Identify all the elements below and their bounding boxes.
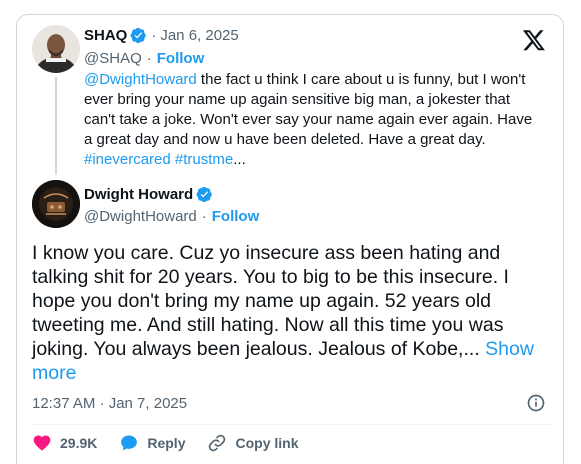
main-handle[interactable]: @DwightHoward [84,208,197,225]
actions-divider [32,424,550,425]
main-timestamp[interactable]: 12:37 AM · Jan 7, 2025 [32,395,187,412]
mention-link[interactable]: @DwightHoward [84,71,197,88]
main-author-row: Dwight Howard [84,186,213,203]
dwight-avatar[interactable] [32,180,80,228]
main-handle-row: @DwightHoward · Follow [84,208,259,225]
parent-tweet-text: @DwightHoward the fact u think I care ab… [84,70,544,170]
thread-connector-line [55,77,57,175]
x-logo-icon[interactable] [522,28,546,52]
reply-bubble-icon [121,435,138,451]
main-author-name[interactable]: Dwight Howard [84,186,193,203]
tweet-embed-card: SHAQ · Jan 6, 2025 @SHAQ · Follow @Dwigh… [16,14,564,464]
verified-badge-icon [196,186,212,203]
heart-icon [33,435,51,451]
reply-label: Reply [147,435,186,451]
copy-link-button[interactable]: Copy link [207,433,299,453]
main-follow-separator: · [201,208,207,225]
shaq-avatar[interactable] [32,25,80,73]
parent-author-name[interactable]: SHAQ [84,27,127,44]
parent-handle[interactable]: @SHAQ [84,50,142,67]
main-tweet-body: I know you care. Cuz yo insecure ass bee… [32,242,509,360]
parent-date[interactable]: Jan 6, 2025 [160,27,238,44]
reply-button[interactable]: Reply [119,433,185,453]
like-button[interactable]: 29.9K [32,433,97,453]
info-icon[interactable] [526,393,546,413]
hashtag-link-inevercared[interactable]: #inevercared [84,151,171,168]
parent-ellipsis: ... [233,151,246,168]
verified-badge-icon [130,27,147,44]
parent-follow-button[interactable]: Follow [157,50,205,67]
parent-author-row: SHAQ · Jan 6, 2025 [84,27,239,44]
parent-date-separator: · [151,27,157,44]
action-bar: 29.9K Reply Copy link [32,433,321,453]
parent-handle-row: @SHAQ · Follow [84,50,204,67]
parent-follow-separator: · [146,50,152,67]
main-tweet-text: I know you care. Cuz yo insecure ass bee… [32,241,552,385]
hashtag-link-trustme[interactable]: #trustme [175,151,233,168]
like-count: 29.9K [60,435,98,451]
link-icon [209,434,226,452]
main-follow-button[interactable]: Follow [212,208,260,225]
copy-link-label: Copy link [235,435,299,451]
